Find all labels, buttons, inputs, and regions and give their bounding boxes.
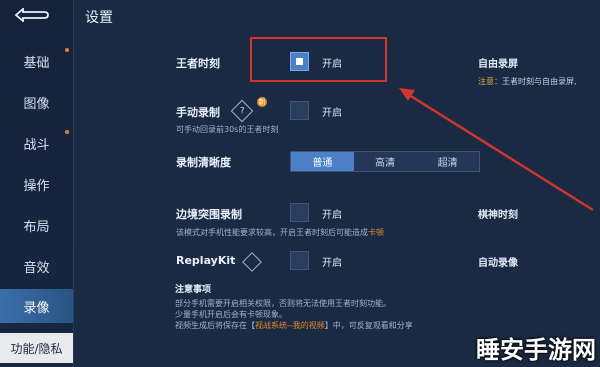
sidebar-item-recording[interactable]: 录像 [0,289,73,323]
note-line: 少量手机开启后会有卡顿现象。 [175,310,287,319]
sidebar-item-label: 基础 [23,55,50,71]
sidebar-item-controls[interactable]: 操作 [0,169,73,199]
settings-panel: 设置 王者时刻 开启 手动录制 ? 新 开启 可手动回录前30s的王者时刻 录制… [73,0,600,367]
new-badge: 新 [257,97,267,107]
edge-breakout-option: 开启 [322,210,342,221]
clarity-label: 录制清晰度 [176,156,231,169]
king-moment-label: 王者时刻 [176,57,220,70]
back-icon[interactable] [6,5,54,25]
sidebar-item-image[interactable]: 图像 [0,87,73,117]
clarity-segmented-control: 普通 高清 超清 [290,151,480,172]
replaykit-option: 开启 [322,258,342,269]
highlight-box [250,37,387,82]
notes-title: 注意事项 [175,285,212,295]
manual-record-desc: 可手动回录前30s的王者时刻 [176,125,279,134]
note-line: 部分手机需要开启相关权限，否则将无法使用王者时刻功能。 [175,299,391,308]
sidebar: 基础 图像 战斗 操作 布局 音效 录像 功能/隐私 [0,0,74,367]
manual-record-option: 开启 [322,108,342,119]
notification-dot [65,48,69,52]
manual-record-label: 手动录制 [176,106,220,119]
warning-text: 注意：王者时刻与自由录屏, [478,77,577,86]
sidebar-item-label: 音效 [23,260,50,276]
help-icon[interactable]: ? [230,99,254,123]
clarity-option-uhd[interactable]: 超清 [416,152,480,171]
replaykit-info-icon[interactable] [242,252,262,272]
watermark: 睡安手游网 [476,336,596,364]
replaykit-checkbox[interactable] [290,251,309,270]
sidebar-item-label: 图像 [23,96,50,112]
back-arrow-icon [14,8,49,22]
edge-breakout-desc: 该模式对手机性能要求较高，开启王者时刻后可能造成卡顿 [176,228,384,237]
page-title: 设置 [85,10,113,26]
sidebar-item-layout[interactable]: 布局 [0,210,73,240]
clarity-option-hd[interactable]: 高清 [353,152,417,171]
chess-moment-label: 棋神时刻 [478,210,518,221]
sidebar-item-label: 战斗 [23,137,50,153]
sidebar-item-label: 操作 [23,178,50,194]
sidebar-item-label: 录像 [23,300,50,316]
edge-breakout-label: 边境突围录制 [176,208,242,221]
sidebar-item-label: 布局 [23,219,50,235]
sidebar-item-sound[interactable]: 音效 [0,251,73,281]
auto-record-label: 自动录像 [478,258,518,269]
sidebar-item-basic[interactable]: 基础 [0,46,73,76]
sidebar-item-battle[interactable]: 战斗 [0,128,73,158]
free-record-label: 自由录屏 [478,59,518,70]
manual-record-checkbox[interactable] [290,101,309,120]
edge-breakout-checkbox[interactable] [290,203,309,222]
clarity-option-normal[interactable]: 普通 [291,152,354,171]
notes-section: 注意事项 部分手机需要开启相关权限，否则将无法使用王者时刻功能。 少量手机开启后… [175,282,595,331]
sidebar-item-privacy[interactable]: 功能/隐私 [0,333,73,363]
replaykit-label: ReplayKit [176,254,236,267]
notification-dot [65,130,69,134]
sidebar-item-label: 功能/隐私 [10,341,63,356]
